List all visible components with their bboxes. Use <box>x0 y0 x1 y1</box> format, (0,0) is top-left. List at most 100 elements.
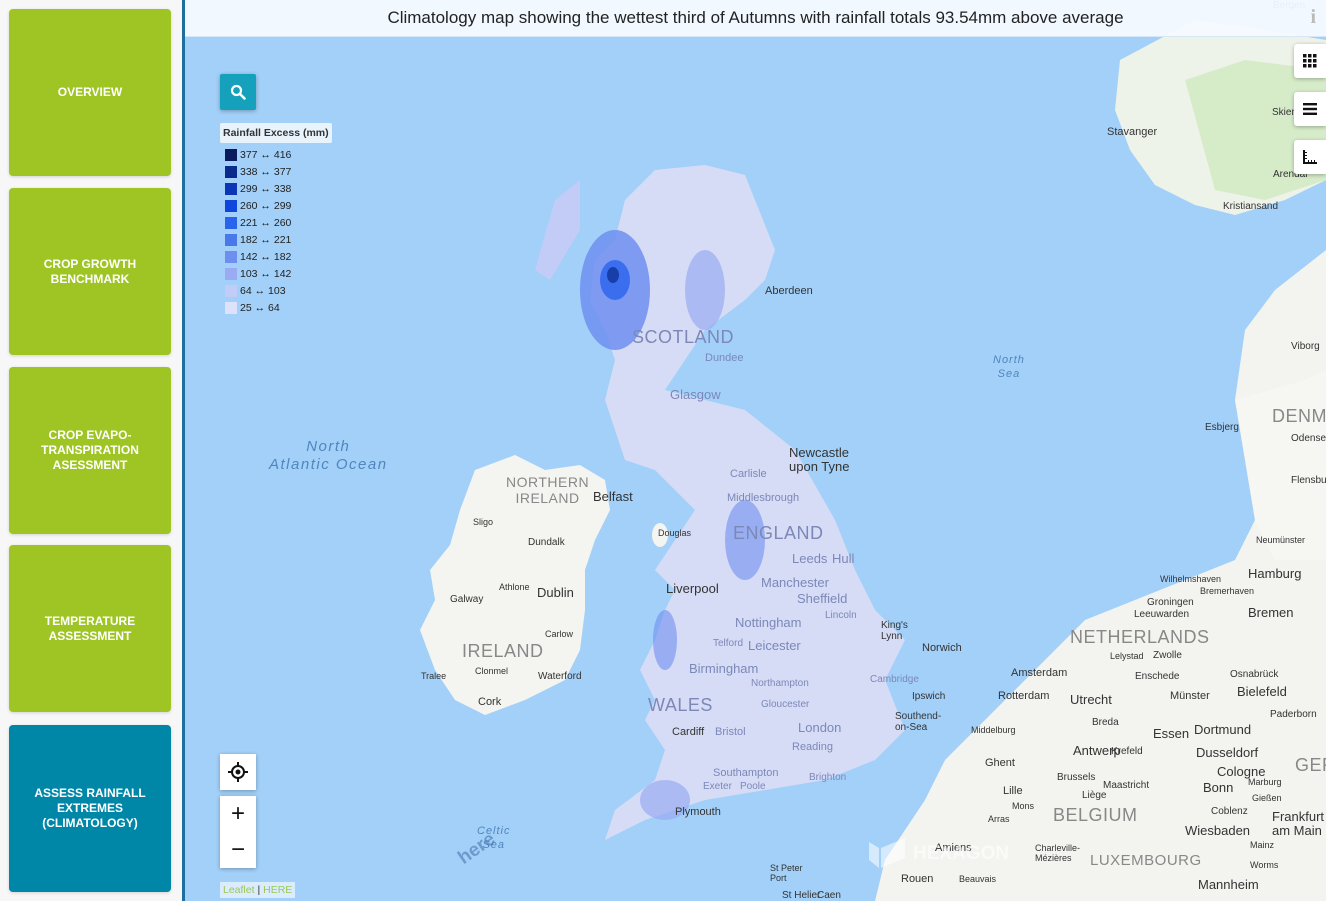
label-country: NORTHERN IRELAND <box>506 474 590 506</box>
label-country: WALES <box>648 695 713 715</box>
label-country: BELGIUM <box>1053 805 1138 825</box>
label-city: Breda <box>1092 717 1119 728</box>
legend-item: 260 ↔ 299 <box>220 197 332 214</box>
label-country: SCOTLAND <box>632 327 735 347</box>
legend-swatch <box>225 199 237 212</box>
label-city: Bristol <box>715 726 746 738</box>
legend-swatch <box>225 165 237 178</box>
legend-range: 142 ↔ 182 <box>240 250 292 263</box>
label-city: Gießen <box>1252 793 1282 803</box>
label-city: Northampton <box>751 678 809 689</box>
label-city: Southend- on-Sea <box>895 711 942 733</box>
label-city: Coblenz <box>1211 806 1248 817</box>
legend-range: 221 ↔ 260 <box>240 216 292 229</box>
legend-swatch <box>225 148 237 161</box>
label-city: Norwich <box>922 642 962 654</box>
label-country: ENGLAND <box>733 523 824 543</box>
label-city: Liège <box>1082 790 1107 801</box>
nav-overview[interactable]: OVERVIEW <box>9 9 171 176</box>
label-city: Dusseldorf <box>1196 745 1259 760</box>
hexagon-watermark: HEXAGON <box>867 838 1009 870</box>
measure-button[interactable] <box>1294 140 1326 174</box>
label-city: Marburg <box>1248 777 1282 787</box>
label-city: Charleville- Mézières <box>1035 843 1081 863</box>
label-city: Dundee <box>705 352 744 364</box>
label-city: Dublin <box>537 585 574 600</box>
label-city: Essen <box>1153 726 1190 741</box>
legend-range: 338 ↔ 377 <box>240 165 292 178</box>
label-city: Glasgow <box>670 387 721 402</box>
hexagon-logo-icon <box>869 838 905 868</box>
label-city: Ipswich <box>912 691 946 702</box>
label-city: Amsterdam <box>1011 667 1068 679</box>
label-city: Newcastle upon Tyne <box>789 445 850 474</box>
menu-icon <box>1303 103 1317 115</box>
label-city: Lille <box>1003 785 1023 797</box>
label-city: Krefeld <box>1111 746 1143 757</box>
legend-swatch <box>225 301 237 314</box>
layers-button[interactable] <box>1294 44 1326 78</box>
label-city: Brighton <box>809 772 847 783</box>
legend-range: 25 ↔ 64 <box>240 301 280 314</box>
label-city: Wilhelmshaven <box>1160 574 1222 584</box>
label-city: Sligo <box>473 517 494 527</box>
nav-assess-rainfall-extremes[interactable]: ASSESS RAINFALL EXTREMES (CLIMATOLOGY) <box>9 725 171 892</box>
label-city: Viborg <box>1291 341 1320 352</box>
label-city: Kristiansand <box>1223 201 1279 212</box>
legend-range: 260 ↔ 299 <box>240 199 292 212</box>
label-city: Poole <box>740 781 766 792</box>
label-city: Hamburg <box>1248 566 1302 581</box>
label-city: Gloucester <box>761 699 810 710</box>
nav-crop-growth-benchmark[interactable]: CROP GROWTH BENCHMARK <box>9 188 171 355</box>
land-denmark <box>1235 370 1326 560</box>
label-city: London <box>798 720 842 735</box>
label-city: Mannheim <box>1198 877 1259 892</box>
label-city: Lelystad <box>1110 651 1144 661</box>
zoom-out-button[interactable]: − <box>220 832 256 868</box>
label-city: Maastricht <box>1103 780 1150 791</box>
legend-range: 377 ↔ 416 <box>240 148 292 161</box>
map-title: Climatology map showing the wettest thir… <box>387 8 1124 27</box>
label-city: Bremen <box>1248 605 1294 620</box>
label-city: Mons <box>1012 801 1035 811</box>
nav-crop-evapotranspiration-assessment[interactable]: CROP EVAPO- TRANSPIRATION ASESSMENT <box>9 367 171 534</box>
label-city: Leicester <box>748 638 801 653</box>
label-city: Cork <box>478 696 502 708</box>
search-icon <box>230 84 246 100</box>
label-city: St Helier <box>782 890 821 901</box>
land-hebrides <box>535 180 580 280</box>
legend-range: 299 ↔ 338 <box>240 182 292 195</box>
info-icon[interactable]: i <box>1310 6 1316 29</box>
nav-temperature-assessment[interactable]: TEMPERATURE ASSESSMENT <box>9 545 171 712</box>
map-canvas[interactable]: SCOTLAND ENGLAND WALES NORTHERN IRELAND … <box>185 0 1326 901</box>
zoom-in-button[interactable]: + <box>220 796 256 832</box>
label-city: Lincoln <box>825 610 857 621</box>
label-city: Caen <box>817 890 841 901</box>
label-city: Manchester <box>761 575 829 590</box>
label-city: Galway <box>450 594 484 605</box>
search-button[interactable] <box>220 74 256 110</box>
menu-button[interactable] <box>1294 92 1326 126</box>
here-link[interactable]: HERE <box>263 884 292 896</box>
label-city: Nottingham <box>735 615 802 630</box>
label-city: Rouen <box>901 873 934 885</box>
label-city: Esbjerg <box>1205 422 1239 433</box>
label-city: Hull <box>832 551 855 566</box>
rainfall-patch <box>607 267 619 283</box>
legend-range: 182 ↔ 221 <box>240 233 292 246</box>
map-attribution: Leaflet | HERE <box>220 882 296 898</box>
leaflet-link[interactable]: Leaflet <box>223 884 255 896</box>
locate-button[interactable] <box>220 754 256 790</box>
label-city: Zwolle <box>1153 650 1182 661</box>
legend-item: 182 ↔ 221 <box>220 231 332 248</box>
legend-item: 64 ↔ 103 <box>220 282 332 299</box>
hexagon-text: HEXAGON <box>913 843 1010 864</box>
label-city: Bremerhaven <box>1200 586 1255 596</box>
label-city: Frankfurt am Main <box>1272 809 1325 838</box>
label-city: Telford <box>713 638 744 649</box>
label-city: Cardiff <box>672 726 705 738</box>
label-city: Worms <box>1250 860 1279 870</box>
label-city: Middlesbrough <box>727 492 800 504</box>
rainfall-patch <box>653 610 677 670</box>
legend-range: 103 ↔ 142 <box>240 267 292 280</box>
